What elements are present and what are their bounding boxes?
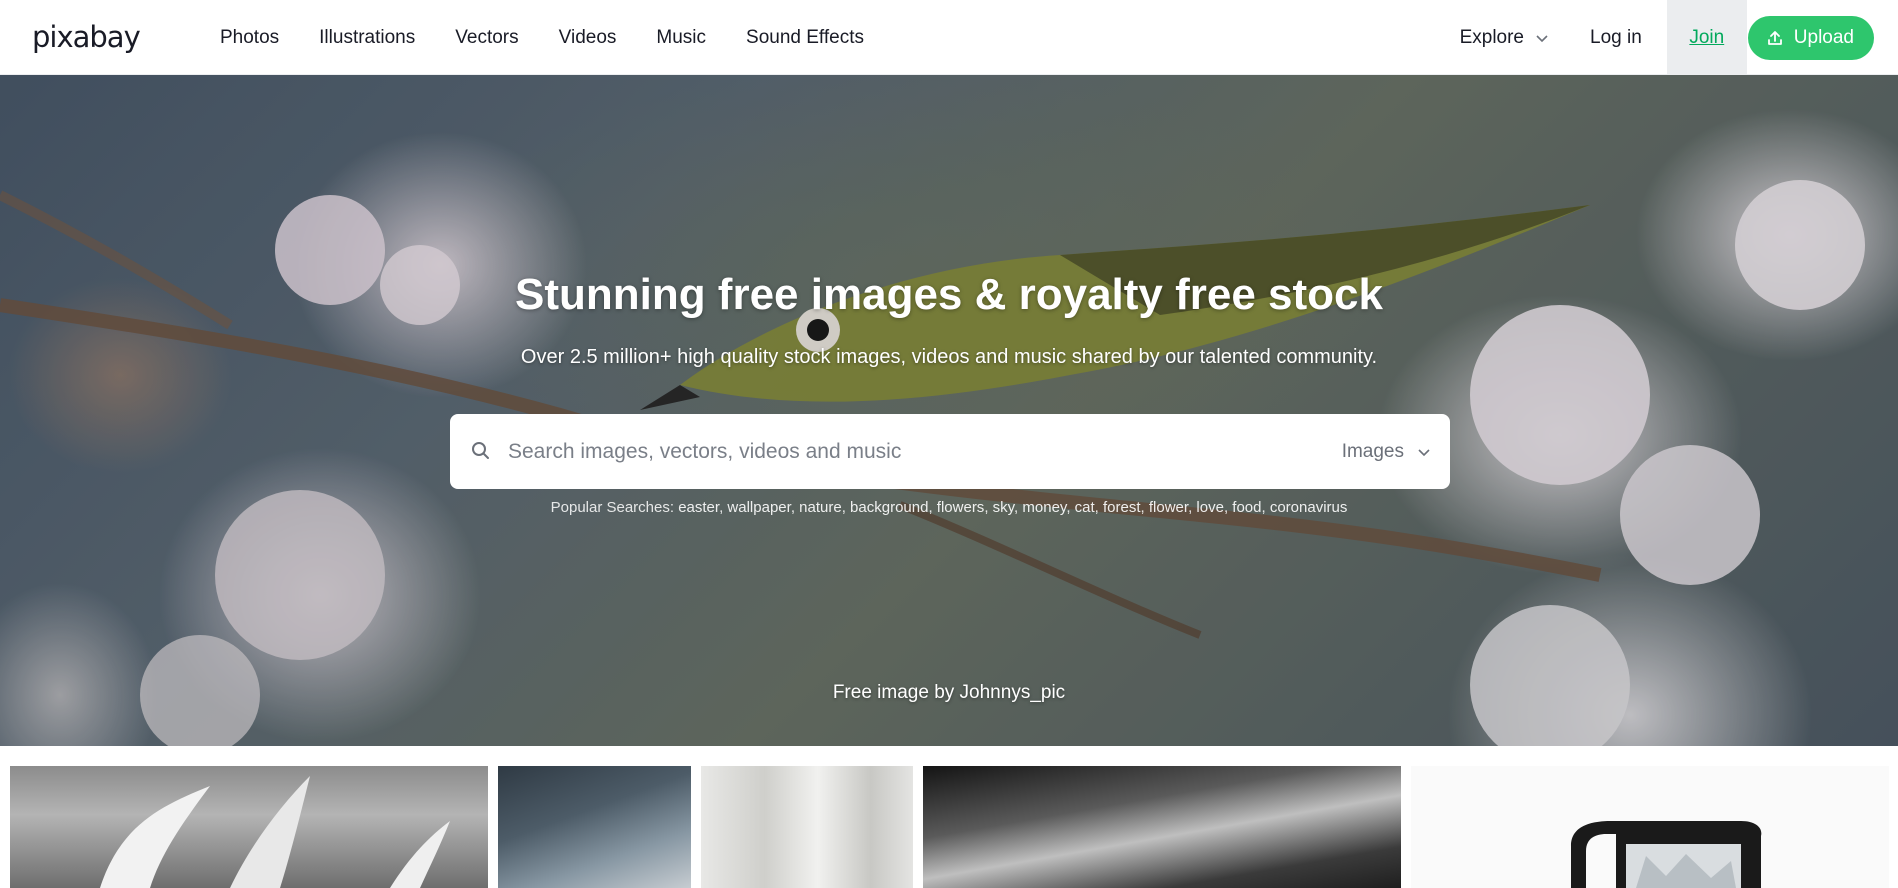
- popular-searches-label: Popular Searches:: [550, 499, 675, 516]
- main-nav: Photos Illustrations Vectors Videos Musi…: [220, 0, 864, 75]
- hero-subtitle: Over 2.5 million+ high quality stock ima…: [520, 346, 1378, 368]
- nav-videos[interactable]: Videos: [559, 27, 617, 49]
- search-type-label: Images: [1341, 440, 1404, 462]
- explore-menu[interactable]: Explore: [1460, 27, 1550, 49]
- nav-music[interactable]: Music: [656, 27, 706, 49]
- popular-tag[interactable]: cat: [1075, 499, 1095, 516]
- search-input[interactable]: [508, 432, 1288, 472]
- popular-tag[interactable]: sky: [993, 499, 1014, 516]
- kettle-shape: [1571, 821, 1762, 888]
- gallery-image-curtain[interactable]: [701, 766, 913, 888]
- nav-photos[interactable]: Photos: [220, 27, 279, 49]
- search-type-select[interactable]: Images: [1342, 414, 1432, 489]
- gallery-image-seagulls[interactable]: [10, 766, 488, 888]
- nav-sound-effects[interactable]: Sound Effects: [746, 27, 864, 49]
- popular-tag[interactable]: background: [850, 499, 928, 516]
- top-header: pixabay Photos Illustrations Vectors Vid…: [0, 0, 1898, 75]
- gallery-image-water[interactable]: [923, 766, 1401, 888]
- hero-title: Stunning free images & royalty free stoc…: [514, 270, 1384, 319]
- search-icon[interactable]: [470, 440, 492, 462]
- join-button[interactable]: Join: [1666, 0, 1747, 75]
- pixabay-logo[interactable]: pixabay: [32, 20, 141, 54]
- nav-vectors[interactable]: Vectors: [455, 27, 518, 49]
- hero-banner: Stunning free images & royalty free stoc…: [0, 75, 1898, 746]
- chevron-down-icon: [1536, 34, 1548, 42]
- image-gallery: [0, 766, 1898, 888]
- gallery-image-kettle[interactable]: [1411, 766, 1889, 888]
- popular-searches: Popular Searches: easter, wallpaper, nat…: [550, 499, 1348, 516]
- upload-label: Upload: [1793, 26, 1854, 48]
- popular-tag[interactable]: nature: [799, 499, 842, 516]
- search-bar: Images: [450, 414, 1450, 489]
- popular-tag[interactable]: forest: [1103, 499, 1141, 516]
- popular-tag[interactable]: love: [1196, 499, 1224, 516]
- image-credit[interactable]: Free image by Johnnys_pic: [0, 682, 1898, 704]
- right-nav: Explore Log in Join Upload: [1460, 0, 1898, 75]
- seagull-shapes: [100, 776, 450, 888]
- gallery-image-building[interactable]: [498, 766, 691, 888]
- nav-illustrations[interactable]: Illustrations: [319, 27, 415, 49]
- hero-dim-overlay: [0, 75, 1898, 746]
- popular-tag[interactable]: wallpaper: [727, 499, 790, 516]
- chevron-down-icon: [1418, 448, 1430, 456]
- popular-tag[interactable]: food: [1232, 499, 1261, 516]
- popular-tag[interactable]: money: [1022, 499, 1066, 516]
- explore-label: Explore: [1459, 26, 1524, 48]
- upload-button[interactable]: Upload: [1747, 15, 1874, 60]
- popular-tag[interactable]: flowers: [937, 499, 985, 516]
- popular-tag[interactable]: coronavirus: [1270, 499, 1348, 516]
- login-link[interactable]: Log in: [1590, 27, 1642, 49]
- upload-icon: [1767, 30, 1782, 45]
- popular-tag[interactable]: easter: [678, 499, 719, 516]
- join-label: Join: [1689, 26, 1725, 48]
- popular-tag[interactable]: flower: [1149, 499, 1188, 516]
